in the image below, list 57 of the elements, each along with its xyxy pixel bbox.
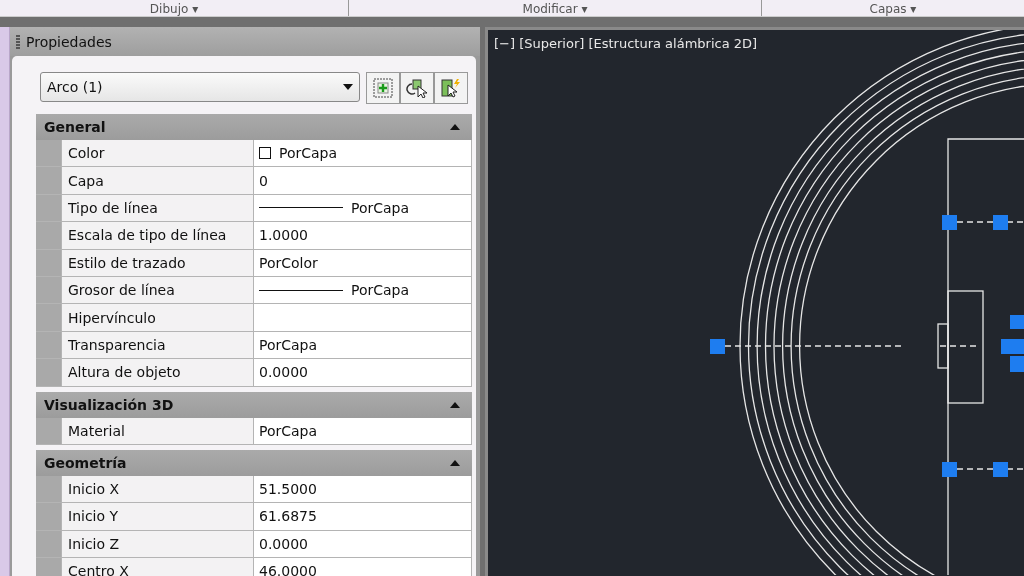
drawing-viewport[interactable]: [−] [Superior] [Estructura alámbrica 2D] bbox=[485, 27, 1024, 576]
property-label: Escala de tipo de línea bbox=[61, 222, 254, 249]
line-sample-icon bbox=[259, 206, 343, 210]
grip-icon[interactable] bbox=[16, 34, 20, 49]
property-value[interactable]: PorCapa bbox=[254, 276, 472, 304]
property-value[interactable]: 1.0000 bbox=[254, 222, 472, 249]
ribbon-panel-title[interactable]: Modificar ▾ bbox=[522, 2, 588, 16]
property-label: Capa bbox=[61, 167, 254, 194]
object-type-dropdown[interactable]: Arco (1) bbox=[40, 72, 360, 102]
select-objects-button[interactable] bbox=[400, 72, 434, 104]
quick-select-icon bbox=[440, 78, 462, 98]
property-value[interactable]: 46.0000 bbox=[254, 558, 472, 576]
property-label: Inicio Y bbox=[61, 503, 254, 530]
section-header[interactable]: Geometría bbox=[36, 449, 472, 476]
ribbon-panel-title[interactable]: Dibujo ▾ bbox=[149, 2, 199, 16]
caret-icon bbox=[343, 84, 353, 90]
property-value[interactable]: 61.6875 bbox=[254, 503, 472, 530]
grip-handle[interactable] bbox=[710, 339, 725, 354]
property-value[interactable]: 51.5000 bbox=[254, 475, 472, 503]
quick-select-button[interactable] bbox=[434, 72, 468, 104]
grip-handle[interactable] bbox=[942, 462, 957, 477]
toggle-pickadd-button[interactable] bbox=[366, 72, 400, 104]
color-swatch-icon bbox=[259, 147, 271, 160]
property-label: Inicio Z bbox=[61, 530, 254, 558]
section-header[interactable]: General bbox=[36, 114, 472, 140]
property-label: Color bbox=[61, 140, 254, 167]
property-label: Estilo de trazado bbox=[61, 249, 254, 276]
property-value[interactable]: 0.0000 bbox=[254, 530, 472, 558]
property-label: Grosor de línea bbox=[61, 276, 254, 304]
add-selection-icon bbox=[373, 78, 393, 98]
viewport-controls[interactable]: [−] [Superior] [Estructura alámbrica 2D] bbox=[494, 36, 758, 51]
property-label: Inicio X bbox=[61, 475, 254, 503]
collapse-arrow-icon bbox=[450, 459, 460, 466]
property-value[interactable]: PorCapa bbox=[254, 417, 472, 444]
property-label: Tipo de línea bbox=[61, 194, 254, 222]
property-value[interactable]: PorCapa bbox=[254, 194, 472, 222]
grip-handle[interactable] bbox=[942, 215, 957, 230]
property-value[interactable]: PorCapa bbox=[254, 331, 472, 359]
property-value[interactable]: 0.0000 bbox=[254, 359, 472, 386]
grip-handle[interactable] bbox=[993, 215, 1008, 230]
property-label: Hipervínculo bbox=[61, 304, 254, 331]
property-label: Transparencia bbox=[61, 331, 254, 359]
section-header[interactable]: Visualización 3D bbox=[36, 391, 472, 418]
collapse-arrow-icon bbox=[450, 124, 460, 130]
collapse-arrow-icon bbox=[450, 401, 460, 408]
grip-handle[interactable] bbox=[1001, 315, 1024, 372]
property-label: Material bbox=[61, 417, 254, 444]
grip-handle[interactable] bbox=[993, 462, 1008, 477]
property-label: Centro X bbox=[61, 558, 254, 576]
panel-title: Propiedades bbox=[26, 33, 112, 50]
ribbon-panel-title[interactable]: Capas ▾ bbox=[869, 2, 917, 16]
cursor-select-icon bbox=[406, 78, 428, 98]
property-value[interactable]: 0 bbox=[254, 167, 472, 194]
property-value[interactable]: PorCapa bbox=[254, 140, 472, 167]
property-value[interactable]: PorColor bbox=[254, 249, 472, 276]
line-sample-icon bbox=[259, 288, 343, 292]
property-label: Altura de objeto bbox=[61, 359, 254, 386]
